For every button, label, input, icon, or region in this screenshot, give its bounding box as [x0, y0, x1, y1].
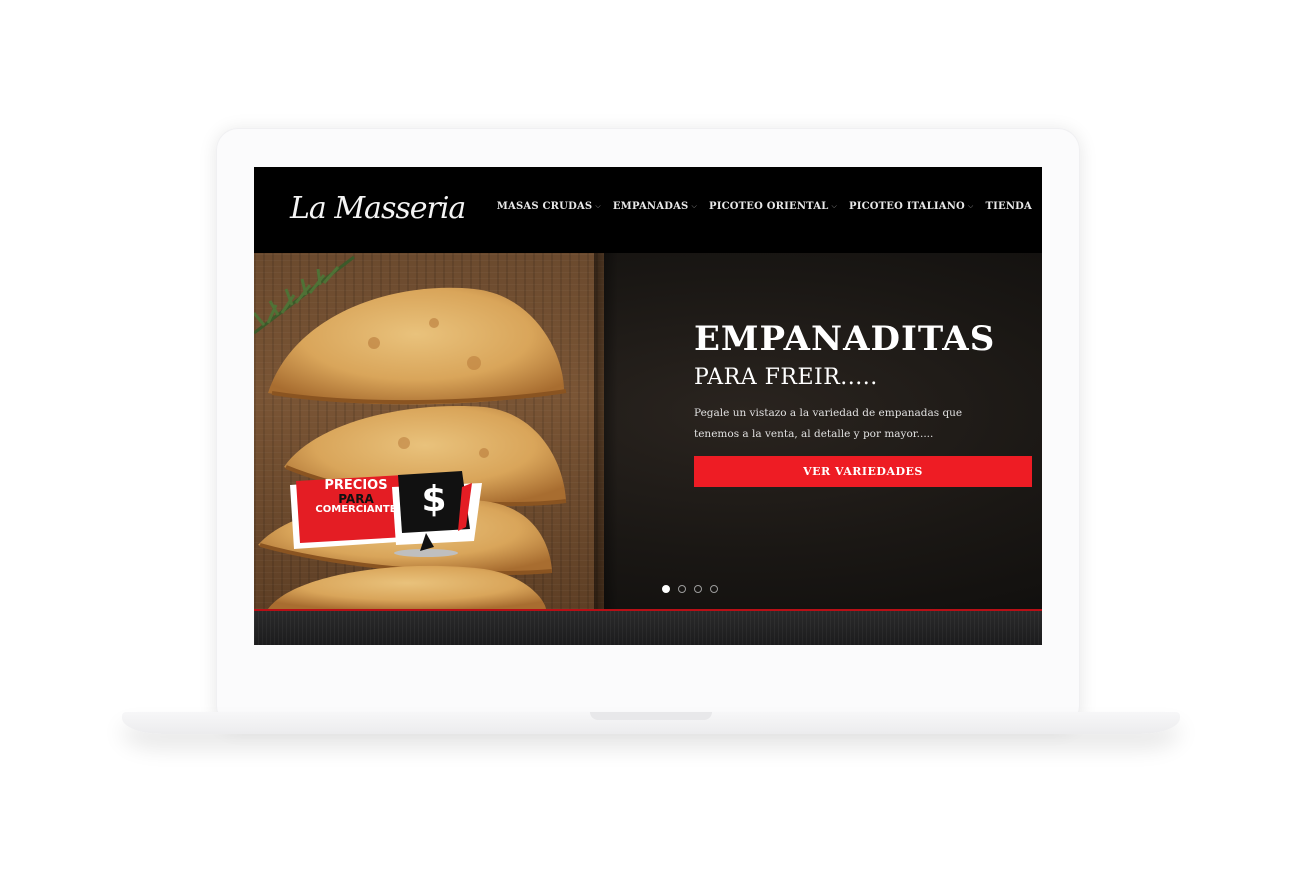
- nav-item-picoteo-italiano[interactable]: PICOTEO ITALIANO ⌵: [849, 201, 974, 212]
- website-screen: La Masseria MASAS CRUDAS ⌵ EMPANADAS ⌵ P…: [254, 167, 1042, 645]
- nav-item-label: PICOTEO ITALIANO: [848, 201, 965, 212]
- nav-item-picoteo-oriental[interactable]: PICOTEO ORIENTAL ⌵: [709, 201, 837, 212]
- chevron-down-icon: ⌵: [595, 202, 601, 210]
- slider-dot[interactable]: [710, 585, 718, 593]
- logo-text: La Masseria: [290, 191, 466, 226]
- hero-title: EMPANADITAS: [694, 319, 996, 359]
- slider-dot[interactable]: [694, 585, 702, 593]
- nav-item-label: MASAS CRUDAS: [496, 201, 593, 212]
- badge-line-3: COMERCIANTE: [315, 504, 397, 516]
- badge-line-1: PRECIOS: [324, 478, 388, 493]
- site-header: La Masseria MASAS CRUDAS ⌵ EMPANADAS ⌵ P…: [254, 167, 1042, 253]
- chevron-down-icon: ⌵: [691, 202, 697, 210]
- nav-item-label: PICOTEO ORIENTAL: [708, 201, 829, 212]
- main-nav: MASAS CRUDAS ⌵ EMPANADAS ⌵ PICOTEO ORIEN…: [497, 201, 1032, 212]
- chevron-down-icon: ⌵: [967, 202, 974, 210]
- nav-item-label: EMPANADAS: [612, 201, 689, 212]
- slider-pagination: [662, 585, 718, 593]
- site-logo[interactable]: La Masseria: [290, 181, 466, 237]
- nav-item-label: TIENDA: [985, 201, 1032, 212]
- nav-item-masas-crudas[interactable]: MASAS CRUDAS ⌵: [497, 201, 601, 212]
- hero-slider: PRECIOS PARA COMERCIANTE $ EMPANADITAS P…: [254, 253, 1042, 609]
- badge-text: PRECIOS PARA COMERCIANTE: [308, 479, 404, 516]
- view-varieties-button[interactable]: VER VARIEDADES: [694, 456, 1032, 487]
- hero-subtitle: PARA FREIR.....: [694, 365, 878, 390]
- textured-footer-strip: [254, 611, 1042, 645]
- nav-item-tienda[interactable]: TIENDA: [985, 201, 1032, 212]
- dollar-icon: $: [421, 479, 447, 520]
- slider-dot[interactable]: [678, 585, 686, 593]
- chevron-down-icon: ⌵: [831, 202, 837, 210]
- empanada-1: [268, 287, 564, 405]
- wholesale-price-badge[interactable]: PRECIOS PARA COMERCIANTE $: [286, 467, 486, 559]
- laptop-mockup-notch: [590, 712, 712, 720]
- slider-dot[interactable]: [662, 585, 670, 593]
- nav-item-empanadas[interactable]: EMPANADAS ⌵: [613, 201, 697, 212]
- hero-description: Pegale un vistazo a la variedad de empan…: [694, 407, 963, 440]
